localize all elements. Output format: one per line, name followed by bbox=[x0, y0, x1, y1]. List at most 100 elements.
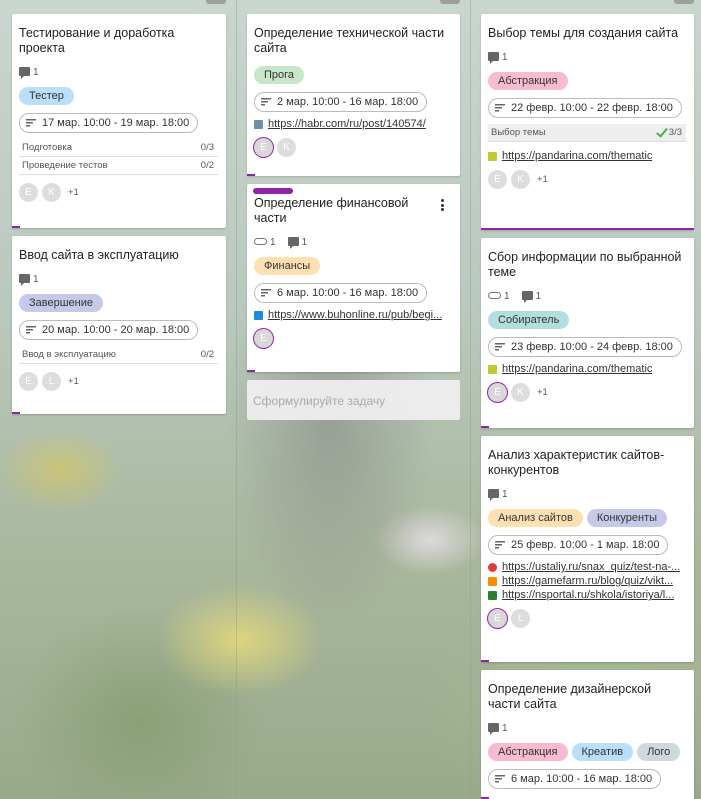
avatar[interactable]: K bbox=[42, 183, 61, 202]
attachment-icon bbox=[488, 292, 501, 300]
date-range[interactable]: 22 февр. 10:00 - 22 февр. 18:00 bbox=[488, 98, 682, 118]
avatar[interactable]: K bbox=[277, 138, 296, 157]
check-icon bbox=[655, 124, 668, 138]
tag[interactable]: Конкуренты bbox=[586, 509, 668, 527]
comment-count: 1 bbox=[33, 273, 39, 285]
tag[interactable]: Абстракция bbox=[488, 743, 568, 761]
comment-count: 1 bbox=[502, 488, 508, 500]
avatar[interactable]: E bbox=[488, 170, 507, 189]
avatar[interactable]: E bbox=[488, 383, 507, 402]
avatar[interactable]: E bbox=[488, 609, 507, 628]
date-range[interactable]: 25 февр. 10:00 - 1 мар. 18:00 bbox=[488, 535, 669, 555]
more-assignees[interactable]: +1 bbox=[68, 187, 79, 198]
more-assignees[interactable]: +1 bbox=[537, 174, 548, 185]
date-icon bbox=[495, 343, 505, 351]
card-title: Сбор информации по выбранной теме bbox=[488, 250, 682, 279]
avatar[interactable]: K bbox=[511, 383, 530, 402]
task-card[interactable]: Ввод сайта в эксплуатацию 1 Завершение 2… bbox=[12, 236, 226, 414]
tag-list: Финансы bbox=[254, 257, 452, 275]
assignees: E L bbox=[488, 609, 686, 628]
checklist-row[interactable]: Выбор темы 3/3 bbox=[488, 124, 686, 142]
task-card[interactable]: Сбор информации по выбранной теме 1 1 Со… bbox=[481, 238, 694, 428]
comment-count: 1 bbox=[502, 722, 508, 734]
date-icon bbox=[26, 326, 36, 334]
checklist-name: Выбор темы bbox=[491, 127, 546, 138]
tag[interactable]: Лого bbox=[637, 743, 681, 761]
checklist-count: 0/3 bbox=[200, 142, 214, 153]
link-url[interactable]: https://nsportal.ru/shkola/istoriya/l... bbox=[502, 589, 674, 601]
avatar[interactable]: K bbox=[511, 170, 530, 189]
date-icon bbox=[495, 541, 505, 549]
avatar[interactable]: E bbox=[254, 138, 273, 157]
avatar[interactable]: L bbox=[42, 372, 61, 391]
date-icon bbox=[261, 289, 271, 297]
checklist-count: 0/2 bbox=[200, 349, 214, 360]
checklist-row[interactable]: Подготовка 0/3 bbox=[19, 139, 218, 157]
comment-icon bbox=[19, 67, 30, 80]
task-card[interactable]: Тестирование и доработка проекта 1 Тесте… bbox=[12, 14, 226, 228]
avatar[interactable]: E bbox=[19, 372, 38, 391]
link-url[interactable]: https://habr.com/ru/post/140574/ bbox=[268, 118, 426, 130]
task-card[interactable]: Определение дизайнерской части сайта 1 А… bbox=[481, 670, 694, 799]
link-url[interactable]: https://www.buhonline.ru/pub/begi... bbox=[268, 309, 442, 321]
tag[interactable]: Финансы bbox=[254, 257, 321, 275]
comment-icon bbox=[488, 489, 499, 502]
tag[interactable]: Тестер bbox=[19, 87, 74, 105]
checklist-count: 0/2 bbox=[200, 160, 214, 171]
column-menu-handle[interactable] bbox=[206, 0, 226, 4]
assignees: E K +1 bbox=[19, 183, 218, 202]
avatar[interactable]: L bbox=[511, 609, 530, 628]
tag[interactable]: Собиратель bbox=[488, 311, 570, 329]
tag[interactable]: Креатив bbox=[571, 743, 634, 761]
checklist-row[interactable]: Проведение тестов 0/2 bbox=[19, 157, 218, 175]
link-item[interactable]: https://gamefarm.ru/blog/quiz/vikt... bbox=[488, 575, 686, 587]
nsportal-icon bbox=[488, 590, 497, 600]
more-assignees[interactable]: +1 bbox=[537, 387, 548, 398]
date-text: 25 февр. 10:00 - 1 мар. 18:00 bbox=[511, 539, 660, 551]
link-item[interactable]: https://ustaliy.ru/snax_quiz/test-na-... bbox=[488, 561, 686, 573]
date-range[interactable]: 20 мар. 10:00 - 20 мар. 18:00 bbox=[19, 320, 199, 340]
tag[interactable]: Абстракция bbox=[488, 72, 568, 90]
new-task-input[interactable]: Сформулируйте задачу bbox=[247, 380, 460, 420]
comment-icon bbox=[19, 274, 30, 287]
card-title: Определение дизайнерской части сайта bbox=[488, 682, 652, 711]
attachment-count: 1 bbox=[270, 236, 276, 248]
date-icon bbox=[495, 775, 505, 783]
checklist-row[interactable]: Ввод в эксплуатацию 0/2 bbox=[19, 346, 218, 364]
date-range[interactable]: 17 мар. 10:00 - 19 мар. 18:00 bbox=[19, 113, 199, 133]
card-meta: 1 bbox=[488, 722, 686, 736]
new-task-placeholder: Сформулируйте задачу bbox=[253, 394, 386, 408]
tag[interactable]: Анализ сайтов bbox=[488, 509, 583, 527]
task-card[interactable]: Анализ характеристик сайтов-конкурентов … bbox=[481, 436, 694, 662]
column-menu-handle[interactable] bbox=[674, 0, 694, 4]
date-range[interactable]: 6 мар. 10:00 - 16 мар. 18:00 bbox=[254, 283, 428, 303]
assignees: E K +1 bbox=[488, 170, 686, 189]
link-item[interactable]: https://www.buhonline.ru/pub/begi... bbox=[254, 309, 452, 321]
more-assignees[interactable]: +1 bbox=[68, 376, 79, 387]
avatar[interactable]: E bbox=[254, 329, 273, 348]
tag[interactable]: Прога bbox=[254, 66, 305, 84]
date-text: 23 февр. 10:00 - 24 февр. 18:00 bbox=[511, 341, 673, 353]
date-range[interactable]: 6 мар. 10:00 - 16 мар. 18:00 bbox=[488, 769, 662, 789]
task-card[interactable]: Определение финансовой части 1 1 Финансы… bbox=[247, 184, 460, 372]
task-card[interactable]: Определение технической части сайта Прог… bbox=[247, 14, 460, 176]
card-meta: 1 1 bbox=[488, 290, 686, 304]
date-range[interactable]: 2 мар. 10:00 - 16 мар. 18:00 bbox=[254, 92, 428, 112]
link-url[interactable]: https://pandarina.com/thematic bbox=[502, 363, 652, 375]
column-divider bbox=[236, 0, 237, 799]
link-url[interactable]: https://gamefarm.ru/blog/quiz/vikt... bbox=[502, 575, 673, 587]
tag[interactable]: Завершение bbox=[19, 294, 103, 312]
link-item[interactable]: https://habr.com/ru/post/140574/ bbox=[254, 118, 452, 130]
link-item[interactable]: https://pandarina.com/thematic bbox=[488, 363, 686, 375]
link-item[interactable]: https://nsportal.ru/shkola/istoriya/l... bbox=[488, 589, 686, 601]
date-text: 17 мар. 10:00 - 19 мар. 18:00 bbox=[42, 117, 190, 129]
link-url[interactable]: https://pandarina.com/thematic bbox=[502, 150, 652, 162]
more-options-icon[interactable] bbox=[441, 199, 444, 211]
task-card[interactable]: Выбор темы для создания сайта 1 Абстракц… bbox=[481, 14, 694, 230]
assignees: E K +1 bbox=[488, 383, 686, 402]
date-range[interactable]: 23 февр. 10:00 - 24 февр. 18:00 bbox=[488, 337, 682, 357]
column-menu-handle[interactable] bbox=[440, 0, 460, 4]
avatar[interactable]: E bbox=[19, 183, 38, 202]
link-url[interactable]: https://ustaliy.ru/snax_quiz/test-na-... bbox=[502, 561, 680, 573]
link-item[interactable]: https://pandarina.com/thematic bbox=[488, 150, 686, 162]
